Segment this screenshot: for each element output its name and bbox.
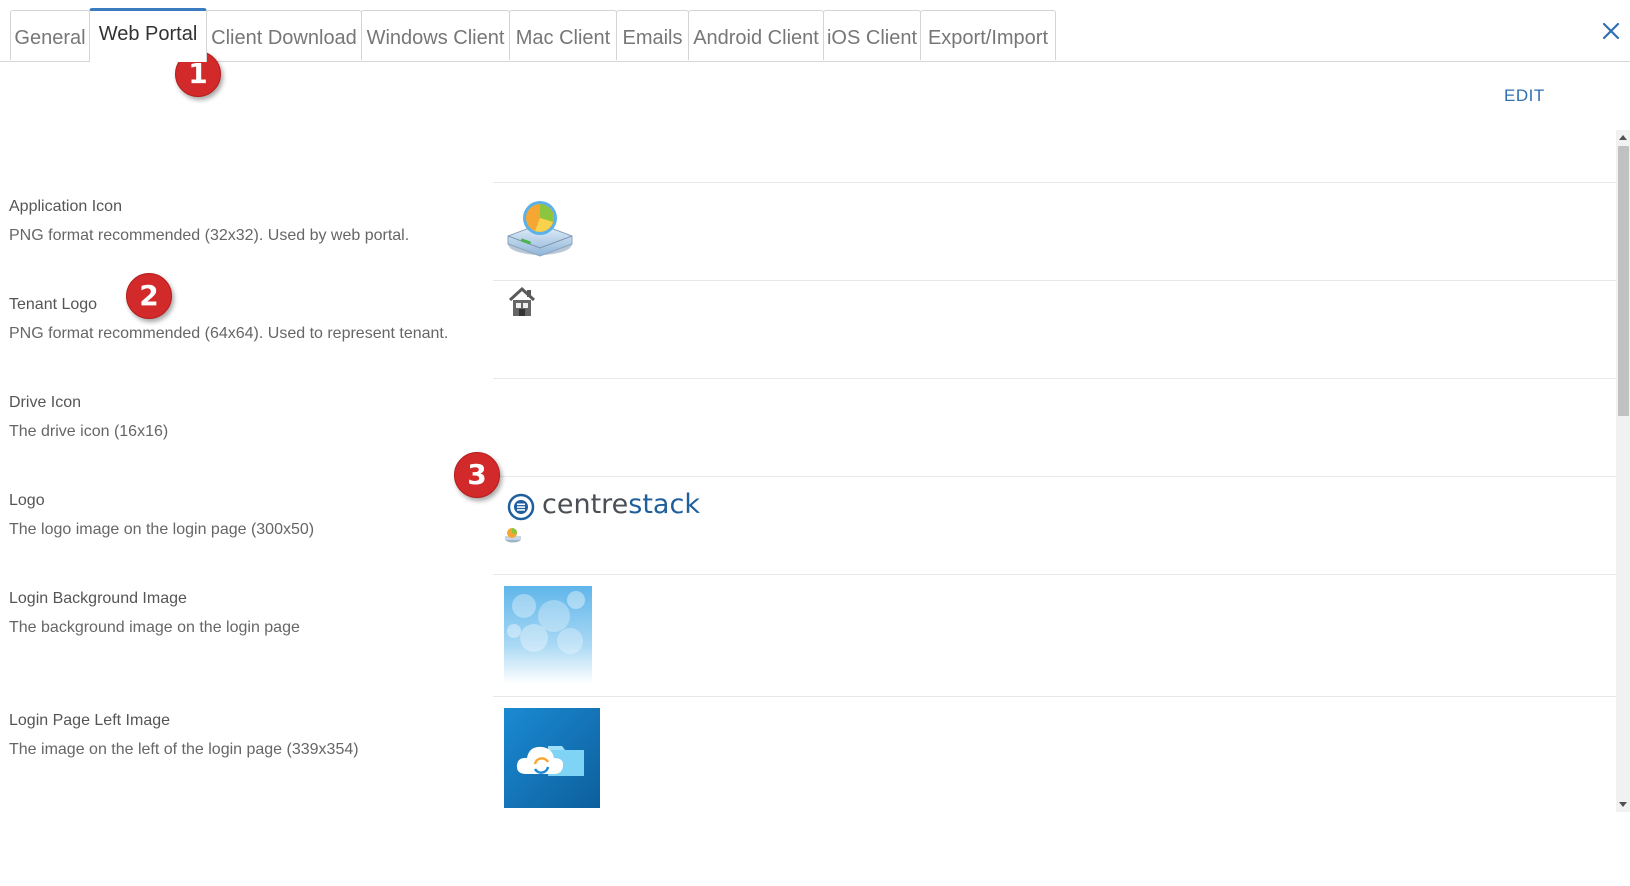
cloud-folder-image [504,708,600,812]
setting-label: Login Page Left Image [9,712,171,729]
vertical-scrollbar[interactable] [1616,130,1630,812]
tab-emails[interactable]: Emails [616,10,689,60]
setting-row-drive-icon: Drive Icon The drive icon (16x16) [0,378,1616,543]
setting-label: Login Background Image [9,590,187,607]
tab-web-portal[interactable]: Web Portal [89,8,207,62]
annotation-badge: 2 [126,273,172,319]
setting-description: PNG format recommended (64x64). Used to … [9,325,449,342]
tab-ios-client[interactable]: iOS Client [823,10,921,60]
scroll-down-icon[interactable] [1619,802,1627,807]
logo-text-centre: centre [542,489,629,520]
setting-row-tenant-logo: Tenant Logo PNG format recommended (64x6… [0,280,1616,379]
house-icon [508,286,536,323]
tab-android-client[interactable]: Android Client [688,10,824,60]
scroll-thumb[interactable] [1618,146,1629,416]
logo-text-stack: stack [628,489,700,520]
tab-general[interactable]: General [10,10,90,60]
setting-description: PNG format recommended (32x32). Used by … [9,227,410,244]
setting-description: The logo image on the login page (300x50… [9,521,315,538]
tab-windows-client[interactable]: Windows Client [361,10,510,60]
bokeh-background-image [504,586,592,689]
setting-description: The drive icon (16x16) [9,423,169,440]
tab-client-download[interactable]: Client Download [206,10,362,60]
setting-row-application-icon: Application Icon PNG format recommended … [0,130,1616,281]
centrestack-logo-mark-icon [507,493,535,521]
close-icon[interactable] [1598,18,1624,44]
tab-bar: General Web Portal Client Download Windo… [0,0,1630,62]
setting-description: The background image on the login page [9,619,300,636]
setting-row-login-left-image: Login Page Left Image The image on the l… [0,696,1616,812]
edit-link[interactable]: EDIT [1504,86,1545,106]
setting-description: The image on the left of the login page … [9,741,359,758]
tab-mac-client[interactable]: Mac Client [509,10,617,60]
setting-label: Tenant Logo [9,296,98,313]
setting-label: Drive Icon [9,394,82,411]
row-divider [493,182,1616,183]
setting-label: Logo [9,492,45,509]
drive-pie-icon [505,196,575,263]
scroll-up-icon[interactable] [1619,135,1627,140]
setting-row-logo: Logo The logo image on the login page (3… [0,476,1616,575]
tab-export-import[interactable]: Export/Import [920,10,1056,60]
setting-label: Application Icon [9,198,122,215]
annotation-badge: 3 [454,452,500,498]
settings-panel: Application Icon PNG format recommended … [0,130,1616,812]
setting-row-login-background: Login Background Image The background im… [0,574,1616,697]
